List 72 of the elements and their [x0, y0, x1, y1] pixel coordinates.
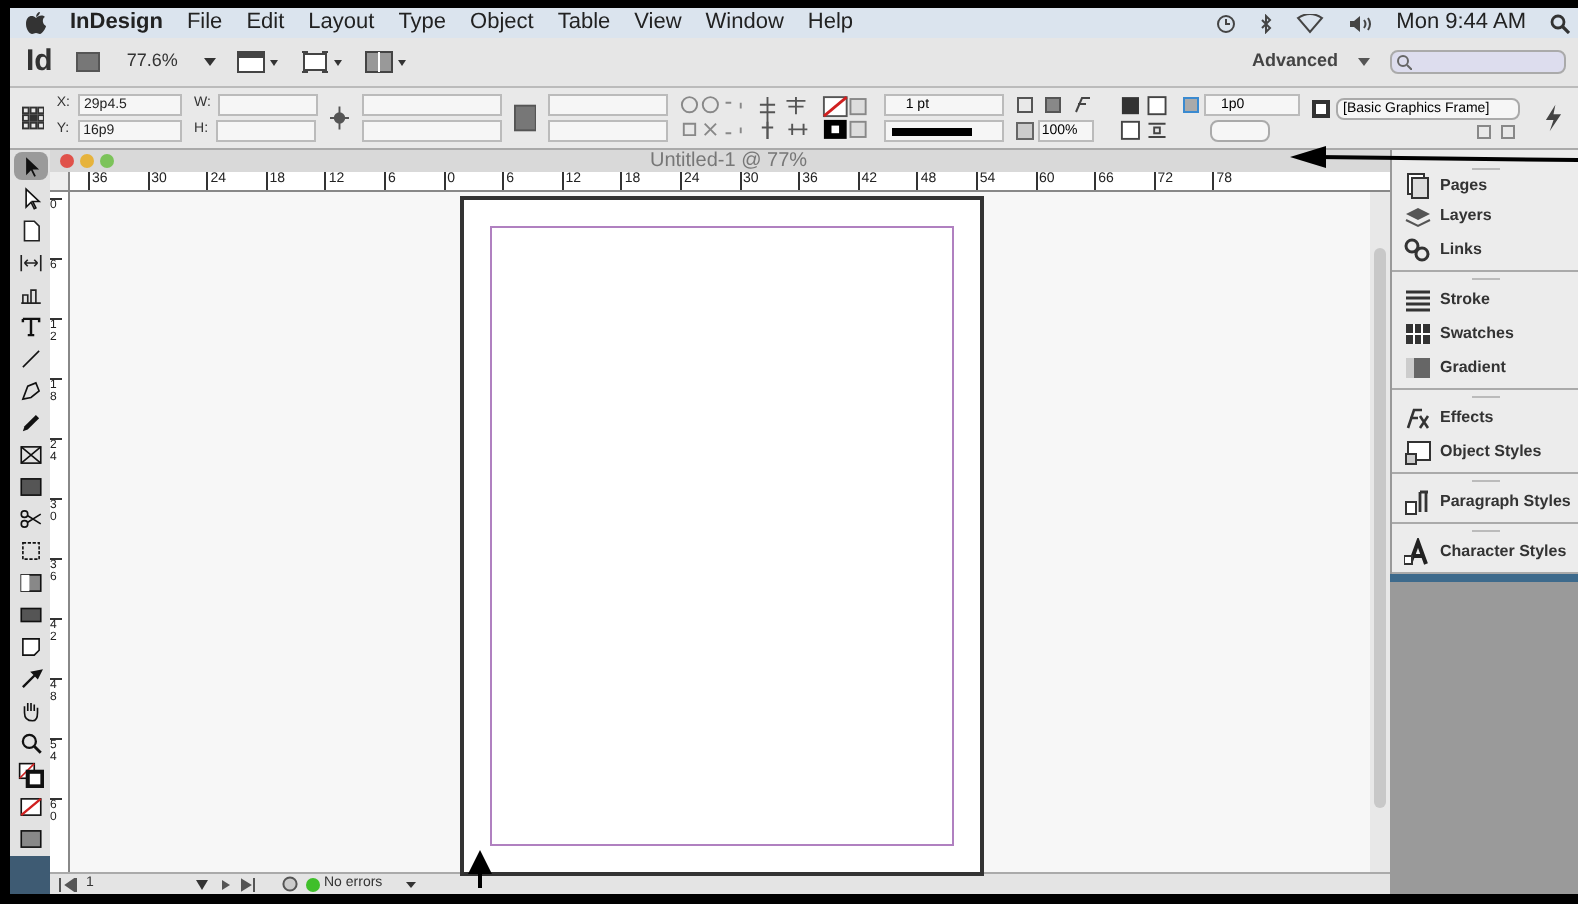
input-field[interactable]: [548, 120, 669, 142]
input-field[interactable]: [361, 94, 502, 116]
panel-item[interactable]: Stroke: [1392, 282, 1578, 316]
grid-swatch-icon: [1404, 319, 1432, 347]
caret-icon[interactable]: [1358, 58, 1370, 66]
panel-item[interactable]: Paragraph Styles: [1392, 484, 1578, 518]
panel-item[interactable]: Object Styles: [1392, 434, 1578, 468]
fill-stroke-icon[interactable]: [13, 760, 47, 788]
screen-mode-icon[interactable]: [299, 50, 344, 74]
menu-item[interactable]: Object: [470, 6, 534, 40]
menu-item[interactable]: File: [186, 6, 223, 40]
menu-item[interactable]: Layout: [308, 6, 375, 40]
panel-item[interactable]: Layers: [1392, 198, 1578, 232]
menu-item[interactable]: Table: [557, 6, 611, 40]
letter-icon: [1404, 537, 1432, 565]
frame-icon[interactable]: [1311, 99, 1330, 117]
zoom-dropdown[interactable]: 77.6%: [120, 48, 184, 76]
rotate-buttons-icon[interactable]: [680, 94, 746, 142]
search-icon[interactable]: [1396, 54, 1412, 70]
status-dot-icon[interactable]: [306, 877, 320, 891]
input-field[interactable]: [361, 120, 502, 142]
links-icon: [1404, 235, 1432, 263]
scrollbar-thumb[interactable]: [1374, 248, 1386, 808]
caret-icon[interactable]: [203, 58, 216, 66]
volume-icon[interactable]: [1348, 13, 1373, 33]
fill-stroke-swatches-icon[interactable]: [822, 94, 872, 142]
close-button[interactable]: [60, 154, 74, 168]
menu-clock[interactable]: Mon 9:44 AM: [1396, 6, 1526, 40]
frame-styles-icon: [1404, 437, 1432, 465]
workspace-menu[interactable]: Advanced: [1251, 48, 1338, 76]
panel-item[interactable]: Character Styles: [1392, 534, 1578, 568]
input-field[interactable]: [216, 120, 317, 142]
panel-item[interactable]: Swatches: [1392, 316, 1578, 350]
arrow-pointer-icon[interactable]: [13, 152, 47, 180]
arrow: [468, 850, 492, 888]
panel-item[interactable]: Effects: [1392, 400, 1578, 434]
reference-point-icon[interactable]: [22, 106, 45, 130]
apple-icon[interactable]: [26, 12, 46, 34]
panel-item[interactable]: Pages: [1392, 172, 1578, 198]
caret-icon[interactable]: [406, 881, 417, 887]
bluetooth-icon[interactable]: [1260, 13, 1273, 33]
text-wrap-icons[interactable]: [1119, 94, 1170, 142]
panel-item[interactable]: Gradient: [1392, 350, 1578, 384]
input-field[interactable]: [548, 94, 669, 116]
app-logo: Id: [24, 41, 55, 82]
arrange-documents-icon[interactable]: [363, 50, 408, 74]
document-title: Untitled-1 @ 77%: [650, 151, 808, 171]
clock-icon[interactable]: [1216, 13, 1237, 33]
style-options-icon[interactable]: [1475, 123, 1520, 139]
view-options-icon[interactable]: [235, 50, 280, 74]
panel-item[interactable]: Links: [1392, 232, 1578, 266]
ruler-corner[interactable]: [50, 172, 70, 190]
lines-icon: [1404, 285, 1432, 313]
menu-item[interactable]: Type: [398, 6, 447, 40]
opacity-icon[interactable]: [1015, 122, 1034, 140]
align-buttons-icon[interactable]: [757, 94, 811, 142]
pages-icon: [1404, 171, 1432, 199]
menu-item[interactable]: Help: [807, 6, 854, 40]
menu-item[interactable]: Edit: [246, 6, 285, 40]
lightning-icon[interactable]: [1543, 104, 1562, 132]
search-field[interactable]: [1390, 50, 1566, 74]
wifi-icon[interactable]: [1296, 13, 1325, 33]
input-field[interactable]: [218, 94, 319, 116]
first-page-icon[interactable]: [58, 877, 78, 891]
stroke-type-dropdown[interactable]: [883, 120, 1004, 142]
gradient-icon: [1404, 353, 1432, 381]
menu-item[interactable]: View: [634, 6, 682, 40]
menu-item[interactable]: Window: [705, 6, 784, 40]
app-menu[interactable]: InDesign: [70, 6, 163, 40]
fitting-icon[interactable]: [1181, 96, 1200, 114]
fx-icon: [1404, 403, 1432, 431]
search-icon[interactable]: [1550, 13, 1570, 33]
